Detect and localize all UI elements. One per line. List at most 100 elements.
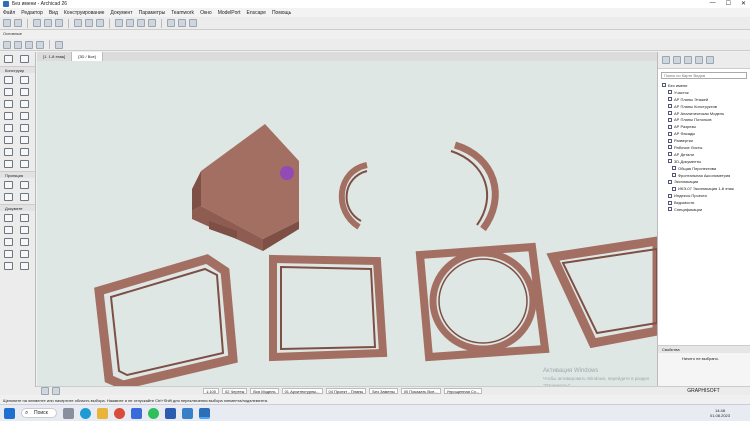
show-all-select[interactable]: 00 Показать Все... (400, 388, 441, 394)
open-icon[interactable] (33, 19, 41, 27)
tab-floor-plan[interactable]: [1. 1-й этаж] (37, 52, 73, 61)
store-icon[interactable] (131, 407, 142, 419)
square-wall-frame-1[interactable] (94, 254, 238, 386)
arc-tool-icon[interactable] (4, 250, 13, 258)
shell-tool-icon[interactable] (20, 112, 29, 120)
chrome-icon[interactable] (114, 407, 125, 419)
label-tool-icon[interactable] (20, 226, 29, 234)
curved-wall-right[interactable] (453, 141, 499, 232)
mail-icon[interactable] (165, 407, 176, 419)
save-icon[interactable] (44, 19, 52, 27)
layout-book-icon[interactable] (684, 56, 692, 64)
menu-document[interactable]: Документ (110, 10, 132, 16)
tree-item[interactable]: АР Фасады (662, 130, 750, 137)
photos-icon[interactable] (182, 407, 193, 419)
maximize-button[interactable]: ☐ (726, 0, 731, 7)
tree-item[interactable]: ИКЭ-07 Экспликация 1-й этаж (662, 185, 750, 192)
tree-item[interactable]: 3D-Документы (662, 158, 750, 165)
polyline-tool-icon[interactable] (20, 250, 29, 258)
toolbox-view-header[interactable]: Проекция (0, 171, 35, 178)
l-shaped-wall-block[interactable] (192, 124, 299, 251)
layer-icon[interactable] (25, 40, 33, 49)
undo-icon[interactable] (3, 19, 11, 27)
tree-item[interactable]: АР Планы Конструктив (662, 103, 750, 110)
arrange-icon[interactable] (55, 40, 63, 49)
arrow-tool-icon[interactable] (4, 55, 13, 63)
level-dimension-tool-icon[interactable] (20, 214, 29, 222)
roof-tool-icon[interactable] (4, 112, 13, 120)
dimension-tool-icon[interactable] (4, 214, 13, 222)
tree-item[interactable]: Экспликации (662, 178, 750, 185)
tree-item[interactable]: Рабочие Листы (662, 144, 750, 151)
elevation-tool-icon[interactable] (20, 181, 29, 189)
simplified-select[interactable]: Упрощенная Сх... (443, 388, 483, 394)
fill-tool-icon[interactable] (4, 238, 13, 246)
windows-start-icon[interactable] (4, 407, 15, 419)
no-replace-select[interactable]: Без Замены (369, 388, 398, 394)
3d-view-icon[interactable] (115, 19, 123, 27)
window-tool-icon[interactable] (4, 136, 13, 144)
square-wall-frame-2[interactable] (269, 254, 388, 362)
taskbar-search-input[interactable]: ⌕ Поиск (21, 408, 57, 418)
spline-tool-icon[interactable] (20, 262, 29, 270)
tab-3d-view[interactable]: [3D / Все] (72, 52, 103, 61)
morph-tool-icon[interactable] (20, 160, 29, 168)
tree-item[interactable]: Индексы Проекта (662, 192, 750, 199)
minimize-button[interactable]: — (710, 0, 716, 7)
railing-tool-icon[interactable] (20, 100, 29, 108)
menu-options[interactable]: Параметры (139, 10, 166, 16)
tree-item[interactable]: АР Детали (662, 151, 750, 158)
measure-icon[interactable] (189, 19, 197, 27)
menu-design[interactable]: Конструирование (64, 10, 105, 16)
organizer-icon[interactable] (706, 56, 714, 64)
tree-item[interactable]: Ведомости (662, 199, 750, 206)
redo-icon[interactable] (14, 19, 22, 27)
grid-icon[interactable] (96, 19, 104, 27)
tree-item[interactable]: Спецификации (662, 206, 750, 213)
text-tool-icon[interactable] (4, 226, 13, 234)
door-tool-icon[interactable] (20, 124, 29, 132)
tree-item[interactable]: Общая Перспектива (662, 165, 750, 172)
view-map-icon[interactable] (673, 56, 681, 64)
slab-tool-icon[interactable] (20, 88, 29, 96)
tree-item[interactable]: АР Разрезы (662, 123, 750, 130)
marquee-tool-icon[interactable] (20, 55, 29, 63)
tree-item[interactable]: Участок (662, 89, 750, 96)
camera-icon[interactable] (36, 40, 44, 49)
tree-item[interactable]: Развертки (662, 137, 750, 144)
marquee-icon[interactable] (14, 40, 22, 49)
model-view-select[interactable]: Вся Модель (250, 388, 279, 394)
zoom-out-icon[interactable] (41, 387, 49, 395)
tree-root[interactable]: Без имени (662, 82, 750, 89)
pointer-mode-icon[interactable] (3, 40, 11, 49)
elevation-icon[interactable] (148, 19, 156, 27)
drawing-tool-icon[interactable] (4, 262, 13, 270)
tree-item[interactable]: АР Планы Потолков (662, 116, 750, 123)
curtain-wall-tool-icon[interactable] (4, 124, 13, 132)
zone-tool-icon[interactable] (20, 148, 29, 156)
column-tool-icon[interactable] (20, 76, 29, 84)
section-tool-icon[interactable] (4, 181, 13, 189)
print-icon[interactable] (55, 19, 63, 27)
skylight-tool-icon[interactable] (20, 136, 29, 144)
layer-combination-select[interactable]: 02 Чертеж (222, 388, 248, 394)
menu-modelport[interactable]: ModelPort (218, 10, 241, 16)
task-view-icon[interactable] (63, 407, 74, 419)
worksheet-tool-icon[interactable] (20, 193, 29, 201)
menu-enscape[interactable]: Enscape (246, 10, 265, 16)
close-button[interactable]: ✕ (741, 0, 746, 7)
3d-viewport[interactable]: Активация Windows Чтобы активировать Win… (37, 61, 657, 386)
navigator-search-input[interactable]: Поиск по Карте Видов (661, 72, 747, 79)
mesh-tool-icon[interactable] (4, 160, 13, 168)
menu-teamwork[interactable]: Teamwork (171, 10, 194, 16)
project-plans-select[interactable]: 04 Проект - Планы (325, 388, 367, 394)
architecture-select[interactable]: 01 Архитектурны... (281, 388, 323, 394)
menu-view[interactable]: Вид (49, 10, 58, 16)
menu-edit[interactable]: Редактор (21, 10, 43, 16)
tree-item[interactable]: АР Планы Этажей (662, 96, 750, 103)
wall-tool-icon[interactable] (4, 76, 13, 84)
zoom-in-icon[interactable] (52, 387, 60, 395)
beam-tool-icon[interactable] (4, 88, 13, 96)
3d-model-canvas[interactable] (37, 61, 657, 386)
curved-wall-left[interactable] (338, 162, 368, 230)
